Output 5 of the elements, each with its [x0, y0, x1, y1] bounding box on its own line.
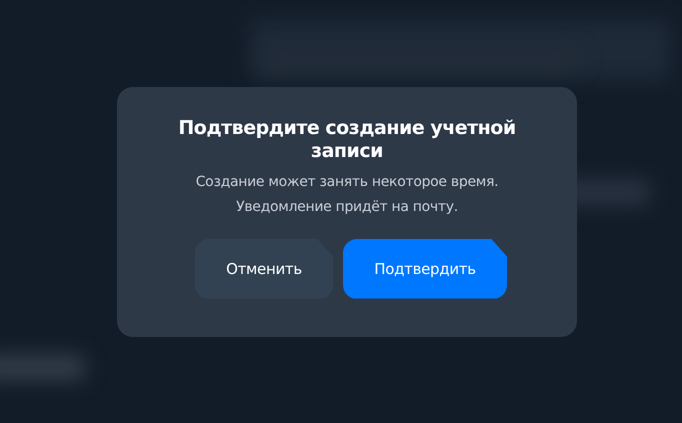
dialog-message: Создание может занять некоторое время. — [196, 172, 498, 192]
dialog-title: Подтвердите создание учетной записи — [177, 116, 517, 162]
confirm-button[interactable]: Подтвердить — [343, 238, 507, 298]
cancel-button[interactable]: Отменить — [195, 238, 333, 298]
dialog-message: Уведомление придёт на почту. — [236, 198, 458, 216]
